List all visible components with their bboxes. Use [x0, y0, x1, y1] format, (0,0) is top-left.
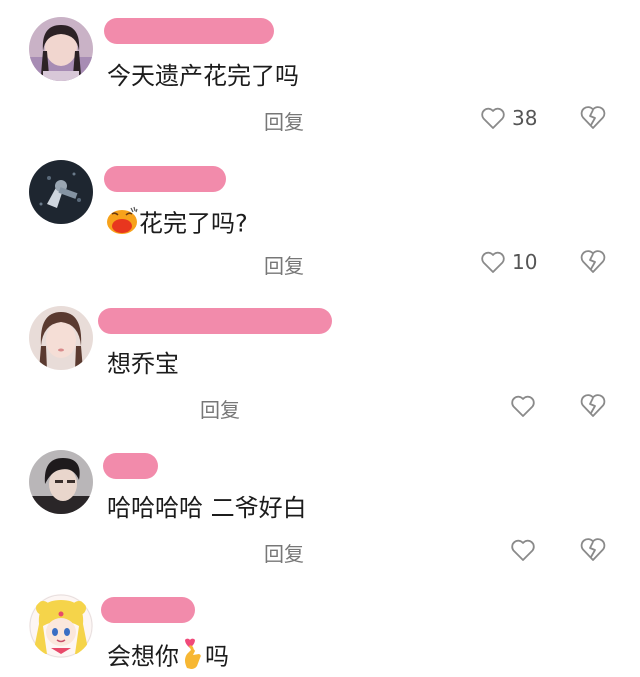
heart-outline-icon — [481, 251, 505, 273]
comment-text-before: 会想你 — [107, 642, 179, 671]
comment-text-after: 吗 — [205, 642, 229, 671]
comment-item: 会想你 吗 — [0, 576, 640, 674]
comment-text-body: 花完了吗? — [139, 209, 248, 238]
avatar[interactable] — [29, 594, 93, 658]
like-button[interactable]: 38 — [480, 104, 537, 132]
avatar-photo-icon — [29, 160, 93, 224]
username-redacted[interactable] — [104, 18, 274, 44]
like-button[interactable] — [510, 392, 542, 420]
avatar-cartoon-icon — [29, 594, 93, 658]
comment-text: 哈哈哈哈 二爷好白 — [107, 494, 307, 522]
broken-heart-icon — [580, 538, 606, 561]
dislike-button[interactable] — [579, 248, 607, 276]
heart-outline-icon — [511, 395, 535, 417]
comment-item: 哈哈哈哈 二爷好白 回复 — [0, 432, 640, 576]
reply-button[interactable]: 回复 — [264, 250, 304, 279]
like-button[interactable]: 10 — [480, 248, 537, 276]
avatar-photo-icon — [29, 306, 93, 370]
username-redacted[interactable] — [104, 166, 226, 192]
dislike-button[interactable] — [579, 536, 607, 564]
comment-item: 今天遗产花完了吗 回复 38 — [0, 0, 640, 144]
comment-text: 花完了吗? — [105, 204, 248, 243]
dislike-button[interactable] — [579, 104, 607, 132]
avatar[interactable] — [29, 160, 93, 224]
username-redacted[interactable] — [103, 453, 158, 479]
reply-button[interactable]: 回复 — [200, 394, 240, 423]
broken-heart-icon — [580, 106, 606, 129]
finger-heart-emoji — [179, 636, 205, 677]
broken-heart-icon — [580, 250, 606, 273]
comment-item: 花完了吗? 回复 10 — [0, 144, 640, 288]
avatar-photo-icon — [29, 450, 93, 514]
comment-text: 会想你 吗 — [107, 636, 229, 677]
avatar[interactable] — [29, 450, 93, 514]
avatar-photo-icon — [29, 17, 93, 81]
dislike-button[interactable] — [579, 392, 607, 420]
avatar[interactable] — [29, 306, 93, 370]
heart-outline-icon — [481, 107, 505, 129]
username-redacted[interactable] — [98, 308, 332, 334]
comment-text: 今天遗产花完了吗 — [107, 62, 299, 90]
comment-text: 想乔宝 — [107, 350, 179, 378]
broken-heart-icon — [580, 394, 606, 417]
like-button[interactable] — [510, 536, 542, 564]
avatar[interactable] — [29, 17, 93, 81]
reply-button[interactable]: 回复 — [264, 538, 304, 567]
reply-button[interactable]: 回复 — [264, 106, 304, 135]
comment-item: 想乔宝 回复 — [0, 288, 640, 432]
username-redacted[interactable] — [101, 597, 195, 623]
like-count: 38 — [512, 106, 538, 130]
like-count: 10 — [512, 250, 538, 274]
heart-outline-icon — [511, 539, 535, 561]
pouting-face-emoji — [105, 204, 139, 243]
